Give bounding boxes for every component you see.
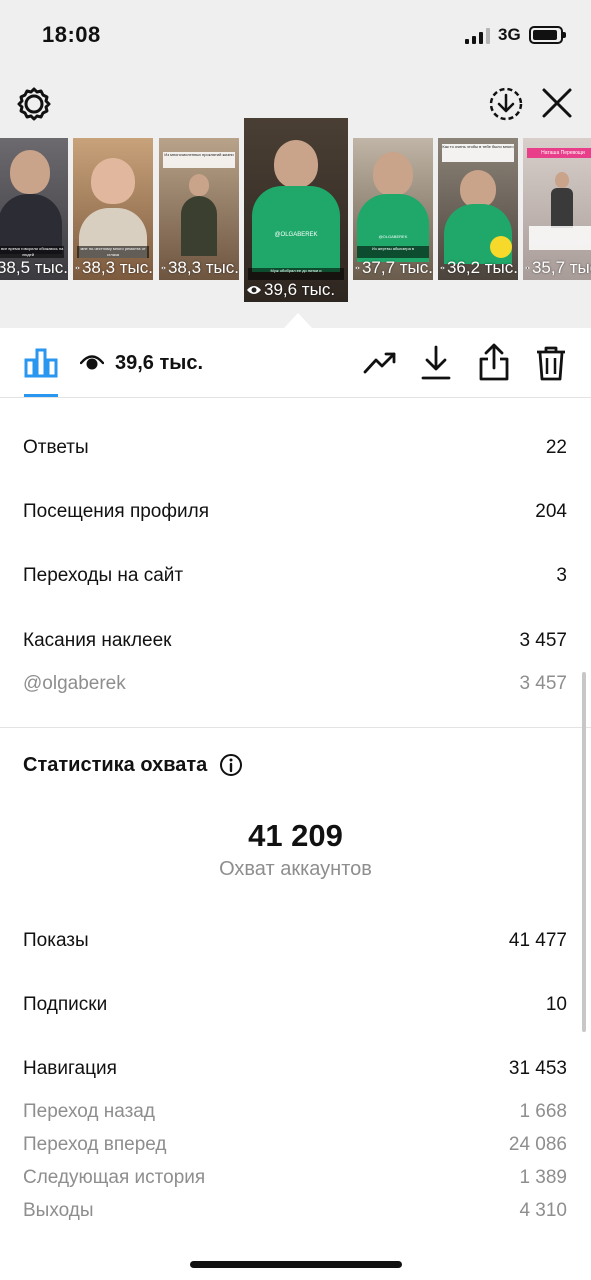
stat-value: 1 668 bbox=[519, 1101, 567, 1122]
stat-value: 10 bbox=[545, 994, 567, 1015]
thumbnail-caption: мне по-честному много ремонта от сглаза bbox=[77, 246, 149, 258]
status-bar: 18:08 3G bbox=[0, 0, 591, 70]
home-indicator[interactable] bbox=[190, 1261, 402, 1268]
stat-row-profile-visits: Посещения профиля 204 bbox=[23, 501, 567, 523]
stat-value: 3 457 bbox=[519, 673, 567, 694]
section-title-text: Статистика охвата bbox=[23, 753, 208, 776]
stat-label: Выходы bbox=[23, 1200, 94, 1221]
thumbnail-views: 38,3 тыс. bbox=[73, 258, 153, 278]
scrollbar[interactable] bbox=[582, 672, 586, 1032]
stat-value: 24 086 bbox=[508, 1134, 567, 1155]
stat-label: Переход вперед bbox=[23, 1134, 167, 1155]
bar-chart-icon[interactable] bbox=[24, 348, 58, 378]
story-thumbnail[interactable]: мне все время говорили обижаюсь на людей… bbox=[0, 138, 68, 280]
stat-row-back: Переход назад 1 668 bbox=[23, 1101, 567, 1123]
network-type: 3G bbox=[498, 25, 521, 44]
thumbnail-views: 36,2 тыс. bbox=[438, 258, 518, 278]
story-thumbnail[interactable]: Из многочисленных проклятий жизни 38,3 т… bbox=[159, 138, 239, 280]
stat-value: 3 457 bbox=[519, 630, 567, 651]
section-divider bbox=[0, 727, 591, 728]
stat-row-forward: Переход вперед 24 086 bbox=[23, 1134, 567, 1156]
stat-row-navigation: Навигация 31 453 bbox=[23, 1058, 567, 1080]
active-tab-indicator bbox=[24, 394, 58, 397]
story-thumbnail[interactable]: Наташа Перевощи 35,7 тыс. bbox=[523, 138, 591, 280]
stat-value: 31 453 bbox=[508, 1058, 567, 1079]
story-thumbnail[interactable]: Как то очень чтобы в тебе было много 36,… bbox=[438, 138, 518, 280]
stat-row-replies: Ответы 22 bbox=[23, 437, 567, 459]
stat-label: Подписки bbox=[23, 994, 108, 1015]
trending-icon[interactable] bbox=[362, 346, 398, 380]
thumbnail-caption: Из жертвы абьюзера в bbox=[357, 246, 429, 258]
thumbnail-views: 38,5 тыс. bbox=[0, 258, 68, 277]
thumbnail-caption: Как то очень чтобы в тебе было много bbox=[442, 144, 514, 162]
download-circle-icon[interactable] bbox=[488, 86, 524, 122]
stat-value: 4 310 bbox=[519, 1200, 567, 1221]
stat-row-sticker-taps: Касания наклеек 3 457 bbox=[23, 630, 567, 652]
stat-label: Ответы bbox=[23, 437, 89, 458]
reach-label: Охват аккаунтов bbox=[219, 858, 372, 880]
trash-icon[interactable] bbox=[534, 344, 568, 382]
stat-label: Навигация bbox=[23, 1058, 117, 1079]
stat-row-exits: Выходы 4 310 bbox=[23, 1200, 567, 1222]
thumbnail-caption: мне все время говорили обижаюсь на людей bbox=[0, 246, 64, 258]
stat-value: 41 477 bbox=[508, 930, 567, 951]
stat-value: 1 389 bbox=[519, 1167, 567, 1188]
stat-label: Показы bbox=[23, 930, 89, 951]
stat-label: Переходы на сайт bbox=[23, 565, 184, 586]
story-thumbnail[interactable]: мне по-честному много ремонта от сглаза … bbox=[73, 138, 153, 280]
thumbnail-views: 38,3 тыс. bbox=[159, 258, 239, 278]
thumbnail-views: 39,6 тыс. bbox=[244, 280, 348, 300]
download-icon[interactable] bbox=[420, 344, 452, 382]
selection-pointer bbox=[284, 313, 312, 328]
thumbnail-watermark: @OLGABEREK bbox=[266, 230, 326, 240]
reach-section-title: Статистика охвата bbox=[23, 753, 243, 777]
stat-row-sticker-mention[interactable]: @olgaberek 3 457 bbox=[23, 673, 567, 695]
stat-label: Переход назад bbox=[23, 1101, 155, 1122]
eye-icon bbox=[80, 355, 104, 370]
stat-label: Касания наклеек bbox=[23, 630, 172, 651]
share-icon[interactable] bbox=[477, 342, 511, 382]
stat-value: 204 bbox=[535, 501, 567, 522]
thumbnail-caption: Наташа Перевощи bbox=[527, 148, 591, 158]
stat-row-follows: Подписки 10 bbox=[23, 994, 567, 1016]
stat-row-website-taps: Переходы на сайт 3 bbox=[23, 565, 567, 587]
stat-label: Следующая история bbox=[23, 1167, 206, 1188]
close-icon[interactable] bbox=[540, 86, 574, 120]
thumbnail-caption: Из многочисленных проклятий жизни bbox=[163, 152, 235, 168]
stat-row-next-story: Следующая история 1 389 bbox=[23, 1167, 567, 1189]
stat-value: 3 bbox=[556, 565, 567, 586]
views-count: 39,6 тыс. bbox=[115, 352, 204, 374]
thumbnail-caption: Муж обобрал ее до нитки и bbox=[248, 268, 344, 280]
battery-icon bbox=[529, 26, 566, 44]
stat-row-impressions: Показы 41 477 bbox=[23, 930, 567, 952]
story-thumbnail-active[interactable]: Муж обобрал ее до нитки и @OLGABEREK 39,… bbox=[244, 118, 348, 302]
info-icon[interactable] bbox=[219, 753, 243, 777]
stat-label: Посещения профиля bbox=[23, 501, 209, 522]
thumbnail-watermark: @OLGABEREK bbox=[367, 234, 419, 242]
status-time: 18:08 bbox=[42, 22, 101, 47]
story-toolbar: 39,6 тыс. bbox=[0, 328, 591, 398]
thumbnail-views: 37,7 тыс. bbox=[353, 258, 433, 278]
stat-value: 22 bbox=[545, 437, 567, 458]
thumbnail-views: 35,7 тыс. bbox=[523, 258, 591, 278]
gear-icon[interactable] bbox=[16, 86, 52, 122]
signal-icon bbox=[465, 28, 490, 44]
story-thumbnails: мне все время говорили обижаюсь на людей… bbox=[0, 118, 591, 308]
reach-number: 41 209 bbox=[248, 818, 343, 853]
story-thumbnail[interactable]: @OLGABEREK Из жертвы абьюзера в 37,7 тыс… bbox=[353, 138, 433, 280]
stat-label: @olgaberek bbox=[23, 673, 126, 694]
